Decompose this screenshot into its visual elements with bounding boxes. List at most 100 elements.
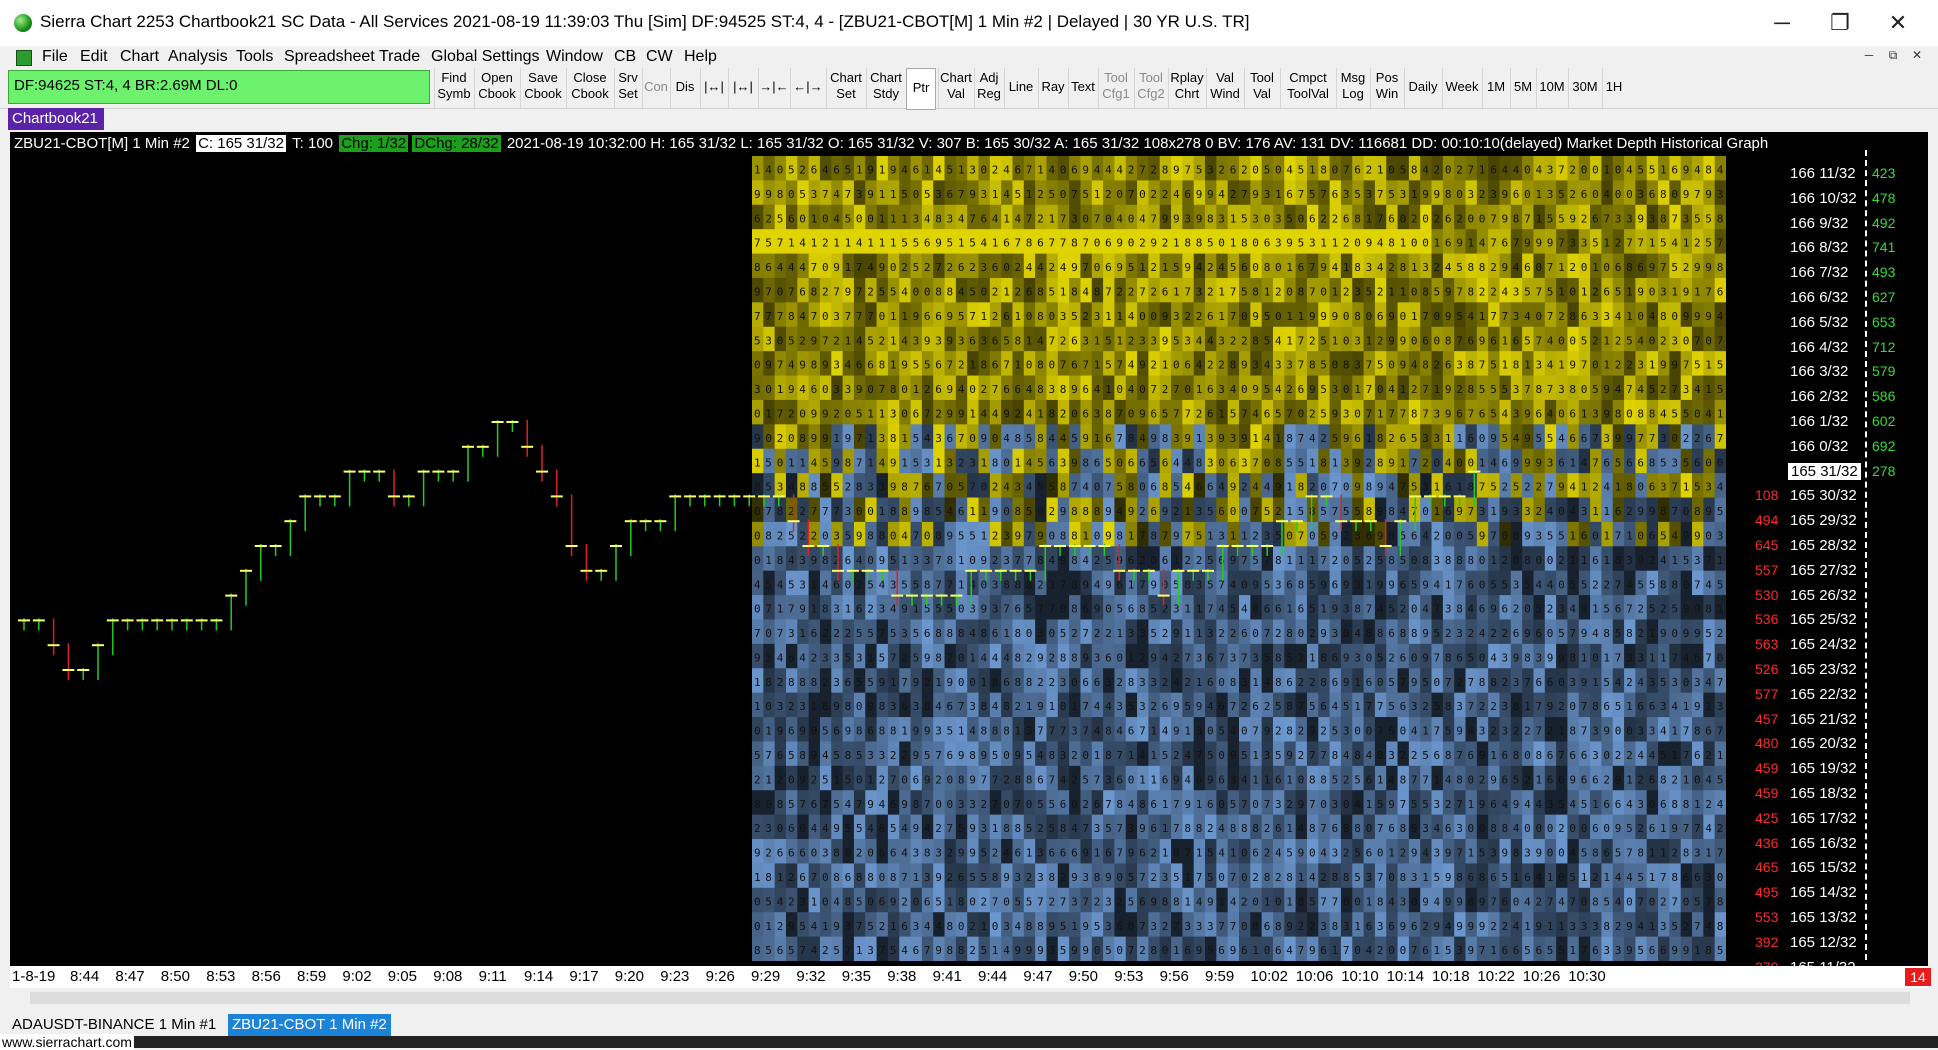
toolbar-button-label: Msg: [1337, 70, 1369, 86]
toolbar-chart-set-button[interactable]: ChartSet: [826, 68, 865, 108]
toolbar-button-sublabel: Set: [827, 86, 865, 102]
toolbar-button-label: 10M: [1537, 79, 1567, 95]
toolbar-tool-10-button[interactable]: ←|→: [790, 68, 825, 108]
toolbar-rplay-chrt-button[interactable]: RplayChrt: [1168, 68, 1205, 108]
menu-file[interactable]: File: [42, 48, 68, 66]
toolbar-text-button[interactable]: Text: [1068, 68, 1097, 108]
toolbar-daily-button[interactable]: Daily: [1404, 68, 1441, 108]
toolbar-button-label: →|←: [759, 79, 789, 95]
toolbar-tool-cfg2-button[interactable]: ToolCfg2: [1134, 68, 1167, 108]
toolbar-ray-button[interactable]: Ray: [1038, 68, 1067, 108]
menu-spreadsheet[interactable]: Spreadsheet: [284, 48, 375, 66]
toolbar-pos-win-button[interactable]: PosWin: [1370, 68, 1403, 108]
toolbar-tool-8-button[interactable]: |↔|: [728, 68, 757, 108]
toolbar-msg-log-button[interactable]: MsgLog: [1336, 68, 1369, 108]
toolbar-button-label: Daily: [1405, 79, 1441, 95]
restore-button[interactable]: ❐: [1812, 6, 1868, 40]
toolbar-button-sublabel: Cbook: [567, 86, 613, 102]
menu-tools[interactable]: Tools: [236, 48, 273, 66]
toolbar-button-label: Val: [1207, 70, 1243, 86]
toolbar-line-button[interactable]: Line: [1004, 68, 1037, 108]
toolbar-button-label: Rplay: [1169, 70, 1205, 86]
toolbar-tool-cfg1-button[interactable]: ToolCfg1: [1098, 68, 1133, 108]
toolbar-tool-val-button[interactable]: ToolVal: [1244, 68, 1279, 108]
toolbar-con-button[interactable]: Con: [642, 68, 669, 108]
mdi-close-button[interactable]: ✕: [1908, 48, 1926, 64]
toolbar-button-sublabel: Cbook: [521, 86, 565, 102]
toolbar-chart-stdy-button[interactable]: ChartStdy: [866, 68, 905, 108]
toolbar-button-sublabel: Wind: [1207, 86, 1243, 102]
mdi-restore-button[interactable]: ⧉: [1884, 48, 1902, 64]
toolbar-button-label: Find: [435, 70, 473, 86]
toolbar-close-cbook-button[interactable]: CloseCbook: [566, 68, 613, 108]
toolbar-button-label: Open: [475, 70, 519, 86]
toolbar-button-sublabel: Stdy: [867, 86, 905, 102]
close-button[interactable]: ✕: [1870, 6, 1926, 40]
toolbar-button-label: Dis: [671, 79, 699, 95]
toolbar-val-wind-button[interactable]: ValWind: [1206, 68, 1243, 108]
chartbook-tab[interactable]: Chartbook21: [8, 108, 104, 130]
status-text: DF:94625 ST:4, 4 BR:2.69M DL:0: [14, 77, 237, 94]
toolbar-button-sublabel: Cfg2: [1135, 86, 1167, 102]
toolbar-button-sublabel: Log: [1337, 86, 1369, 102]
toolbar-button-label: Con: [643, 79, 669, 95]
toolbar-button-label: 30M: [1569, 79, 1601, 95]
toolbar-10m-button[interactable]: 10M: [1536, 68, 1567, 108]
toolbar-button-label: ←|→: [791, 79, 825, 95]
toolbar-button-label: Text: [1069, 79, 1097, 95]
toolbar-tool-7-button[interactable]: |↔|: [700, 68, 727, 108]
menu-help[interactable]: Help: [684, 48, 717, 66]
toolbar-button-label: 1M: [1483, 79, 1509, 95]
toolbar-dis-button[interactable]: Dis: [670, 68, 699, 108]
toolbar-save-cbook-button[interactable]: SaveCbook: [520, 68, 565, 108]
toolbar-button-label: Close: [567, 70, 613, 86]
toolbar-1m-button[interactable]: 1M: [1482, 68, 1509, 108]
toolbar-button-sublabel: Val: [939, 86, 973, 102]
menu-global-settings[interactable]: Global Settings: [431, 48, 540, 66]
minimize-button[interactable]: ─: [1754, 6, 1810, 40]
toolbar-srv-set-button[interactable]: SrvSet: [614, 68, 641, 108]
menu-edit[interactable]: Edit: [80, 48, 108, 66]
toolbar-1h-button[interactable]: 1H: [1602, 68, 1625, 108]
toolbar-button-sublabel: Chrt: [1169, 86, 1205, 102]
toolbar-button-label: Chart: [939, 70, 973, 86]
menu-bar: File Edit Chart Analysis Tools Spreadshe…: [0, 46, 1938, 68]
toolbar-button-label: Pos: [1371, 70, 1403, 86]
toolbar-chart-val-button[interactable]: ChartVal: [938, 68, 973, 108]
menu-cb[interactable]: CB: [614, 48, 636, 66]
toolbar-week-button[interactable]: Week: [1442, 68, 1481, 108]
menu-trade[interactable]: Trade: [379, 48, 420, 66]
app-logo-icon: [14, 14, 32, 32]
toolbar-button-label: Chart: [827, 70, 865, 86]
toolbar-button-label: Tool: [1135, 70, 1167, 86]
chart-window-icon: [16, 50, 32, 66]
toolbar-button-label: Cmpct: [1281, 70, 1335, 86]
toolbar-button-label: Save: [521, 70, 565, 86]
toolbar-ptr-button[interactable]: Ptr: [906, 68, 936, 110]
menu-window[interactable]: Window: [546, 48, 603, 66]
toolbar-button-label: Tool: [1099, 70, 1133, 86]
toolbar-button-label: Line: [1005, 79, 1037, 95]
toolbar-tool-9-button[interactable]: →|←: [758, 68, 789, 108]
toolbar-cmpct-toolval-button[interactable]: CmpctToolVal: [1280, 68, 1335, 108]
toolbar-button-label: |↔|: [701, 79, 727, 95]
toolbar-30m-button[interactable]: 30M: [1568, 68, 1601, 108]
toolbar-button-label: Ptr: [907, 80, 935, 96]
menu-chart[interactable]: Chart: [120, 48, 159, 66]
toolbar-open-cbook-button[interactable]: OpenCbook: [474, 68, 519, 108]
toolbar-button-sublabel: ToolVal: [1281, 86, 1335, 102]
toolbar-button-label: Tool: [1245, 70, 1279, 86]
toolbar-button-sublabel: Symb: [435, 86, 473, 102]
menu-cw[interactable]: CW: [646, 48, 673, 66]
toolbar-find-symb-button[interactable]: FindSymb: [434, 68, 473, 108]
toolbar-adj-reg-button[interactable]: AdjReg: [974, 68, 1003, 108]
mdi-minimize-button[interactable]: ─: [1860, 48, 1878, 64]
toolbar-button-sublabel: Cbook: [475, 86, 519, 102]
toolbar-5m-button[interactable]: 5M: [1510, 68, 1535, 108]
toolbar-button-label: Srv: [615, 70, 641, 86]
toolbar-button-sublabel: Reg: [975, 86, 1003, 102]
toolbar-button-label: Week: [1443, 79, 1481, 95]
menu-analysis[interactable]: Analysis: [168, 48, 228, 66]
toolbar-button-label: 5M: [1511, 79, 1535, 95]
toolbar-button-sublabel: Set: [615, 86, 641, 102]
